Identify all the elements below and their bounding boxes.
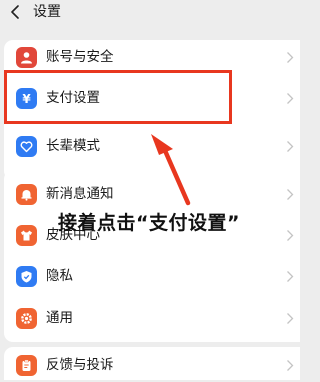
annotation-arrow-icon [151,134,191,206]
annotation-text: 接着点击“支付设置” [58,212,240,234]
